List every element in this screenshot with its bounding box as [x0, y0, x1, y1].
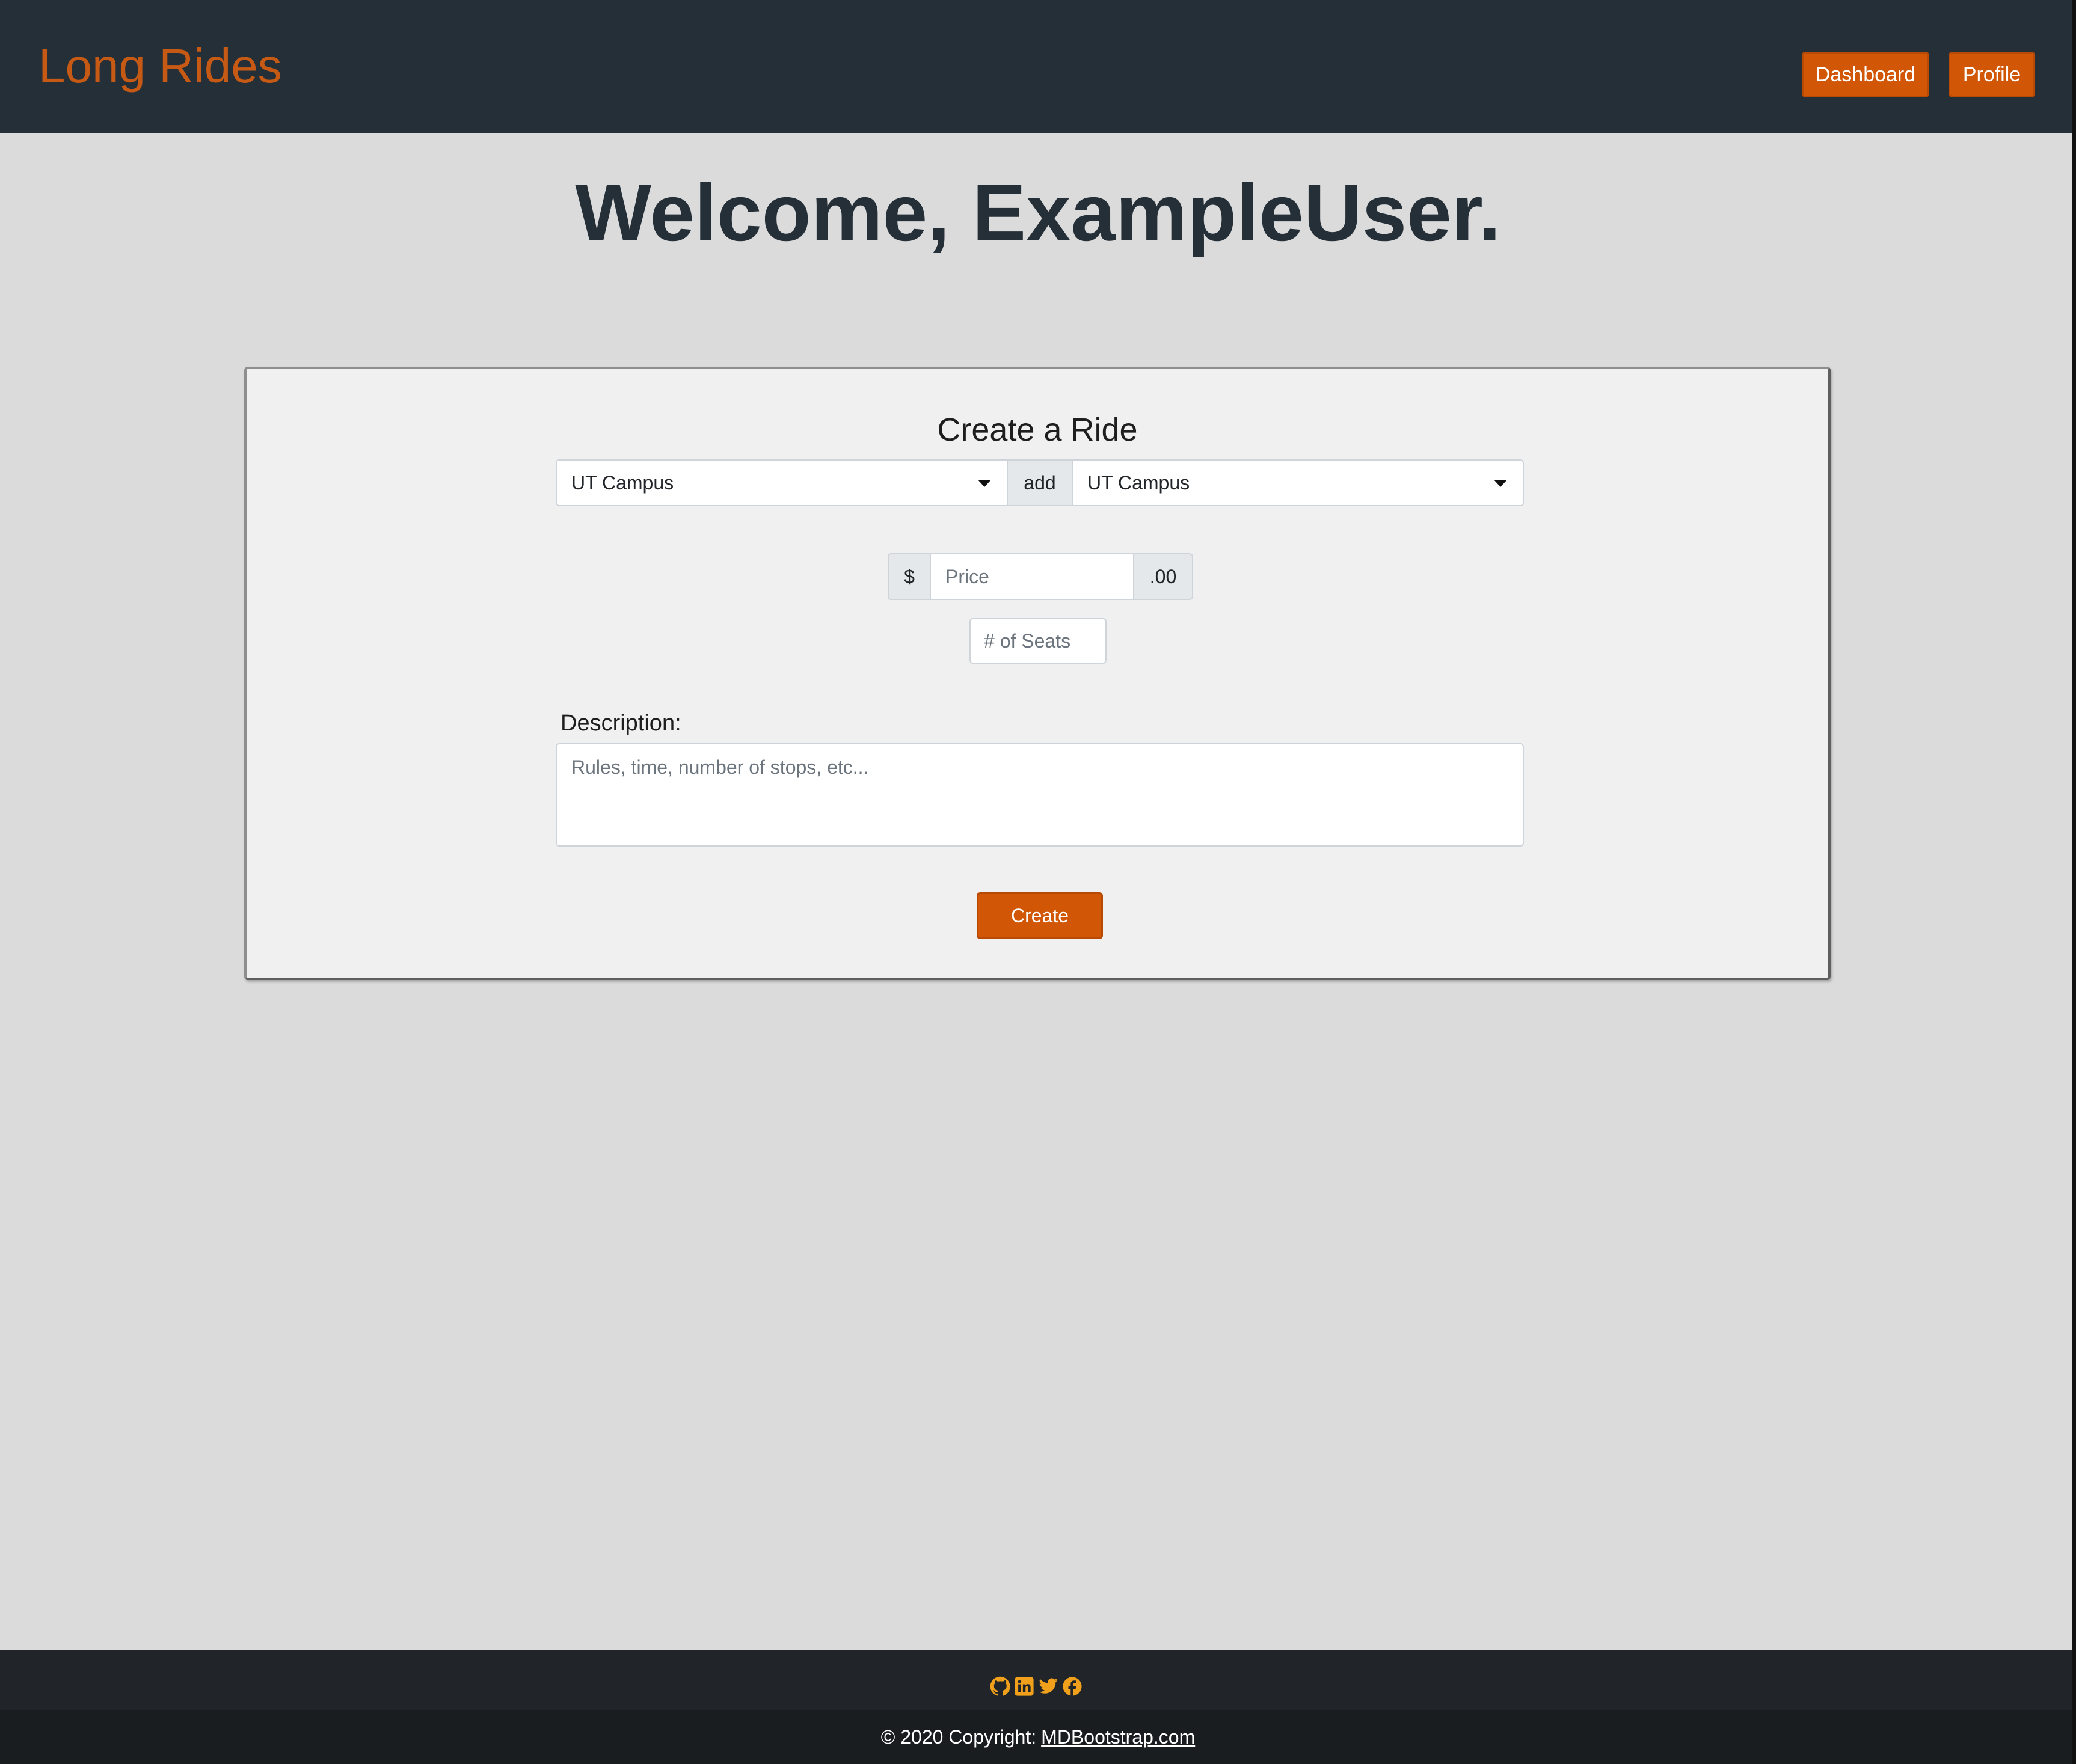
facebook-icon[interactable] [1062, 1676, 1083, 1697]
brand-logo[interactable]: Long Rides [38, 36, 282, 96]
welcome-heading: Welcome, ExampleUser. [575, 168, 1501, 258]
origin-select-value: UT Campus [571, 471, 674, 494]
navbar: Long Rides Dashboard Profile [0, 0, 2076, 133]
price-input[interactable] [931, 553, 1133, 600]
location-input-group: UT Campus add UT Campus [556, 459, 1524, 506]
seats-input[interactable] [969, 618, 1107, 664]
origin-select[interactable]: UT Campus [556, 459, 1008, 506]
profile-button[interactable]: Profile [1949, 52, 2035, 97]
dashboard-button[interactable]: Dashboard [1802, 52, 1929, 97]
copyright-link[interactable]: MDBootstrap.com [1041, 1726, 1195, 1748]
create-ride-card: Create a Ride UT Campus add UT Campus $ … [244, 367, 1831, 980]
caret-down-icon [1494, 480, 1507, 487]
description-textarea[interactable] [556, 743, 1524, 847]
linkedin-icon[interactable] [1014, 1676, 1034, 1697]
currency-prefix: $ [888, 553, 931, 600]
connector-addon: add [1008, 459, 1072, 506]
caret-down-icon [978, 480, 991, 487]
card-title: Create a Ride [937, 412, 1138, 448]
twitter-icon[interactable] [1038, 1676, 1058, 1697]
destination-select-value: UT Campus [1087, 471, 1190, 494]
destination-select[interactable]: UT Campus [1072, 459, 1524, 506]
github-icon[interactable] [990, 1676, 1010, 1697]
copyright-text: © 2020 Copyright: [880, 1726, 1037, 1748]
footer-copyright-bar: © 2020 Copyright: MDBootstrap.com [0, 1710, 2076, 1764]
create-button[interactable]: Create [977, 892, 1103, 939]
description-label: Description: [560, 711, 681, 736]
window-edge [2072, 0, 2076, 1764]
price-suffix: .00 [1133, 553, 1193, 600]
social-icons [990, 1676, 1083, 1700]
price-input-group: $ .00 [888, 553, 1193, 600]
